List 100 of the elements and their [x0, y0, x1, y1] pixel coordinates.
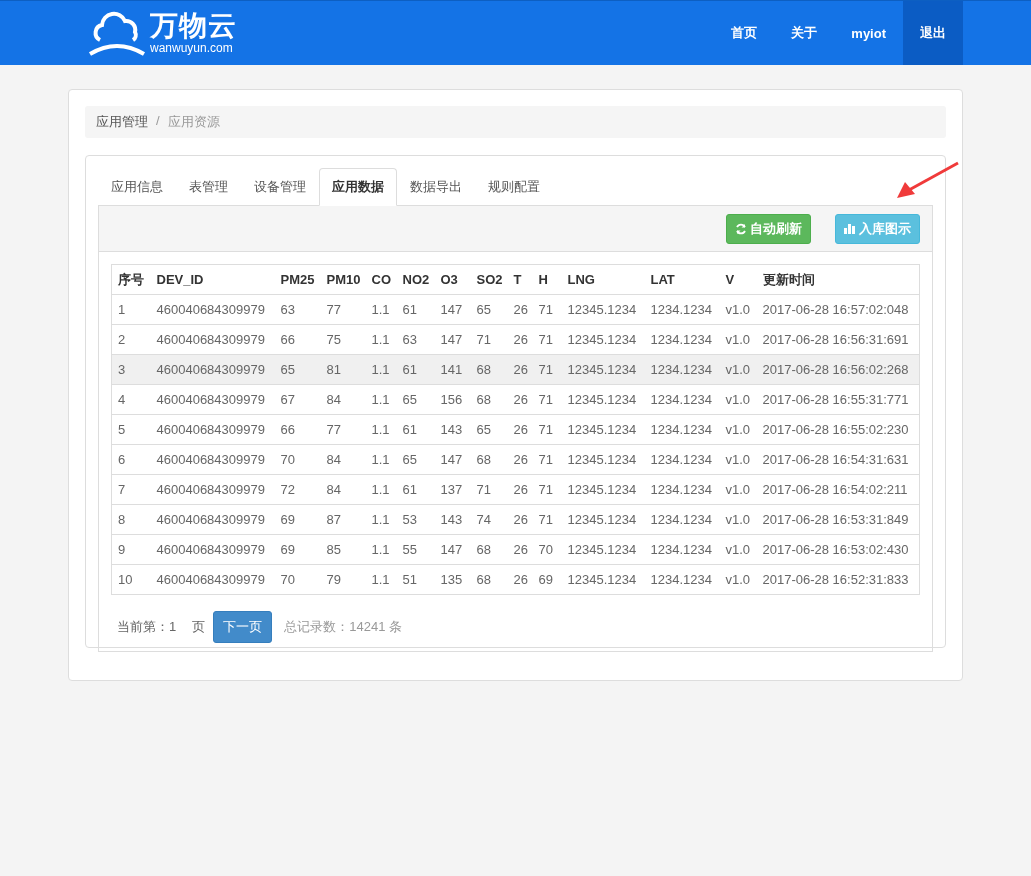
table-cell: 1.1: [365, 294, 397, 325]
bar-chart-icon: [844, 223, 856, 234]
table-cell: 70: [274, 564, 321, 595]
table-cell: 10: [111, 564, 151, 595]
table-cell: 68: [470, 534, 508, 565]
table-cell: 65: [470, 414, 508, 445]
table-cell: 1234.1234: [644, 384, 720, 415]
table-cell: 2017-06-28 16:54:31:631: [756, 444, 920, 475]
column-header: H: [532, 264, 562, 295]
table-cell: 71: [532, 414, 562, 445]
table-cell: 1.1: [365, 564, 397, 595]
table-cell: 2017-06-28 16:55:31:771: [756, 384, 920, 415]
table-cell: 460040684309979: [150, 534, 275, 565]
table-cell: 77: [320, 294, 366, 325]
nav-link[interactable]: 首页: [714, 1, 775, 65]
tab[interactable]: 设备管理: [241, 168, 319, 206]
table-cell: 69: [274, 534, 321, 565]
table-cell: v1.0: [719, 384, 757, 415]
tab[interactable]: 表管理: [176, 168, 241, 206]
table-cell: 69: [532, 564, 562, 595]
table-cell: 69: [274, 504, 321, 535]
column-header: LAT: [644, 264, 720, 295]
table-cell: 26: [507, 414, 533, 445]
table-cell: 71: [532, 474, 562, 505]
table-cell: 70: [532, 534, 562, 565]
table-cell: 2017-06-28 16:54:02:211: [756, 474, 920, 505]
table-cell: 61: [396, 474, 435, 505]
table-cell: 26: [507, 354, 533, 385]
table-cell: 3: [111, 354, 151, 385]
table-cell: 2017-06-28 16:57:02:048: [756, 294, 920, 325]
nav-link[interactable]: 退出: [903, 1, 963, 65]
table-cell: 74: [470, 504, 508, 535]
tab[interactable]: 应用数据: [319, 168, 397, 206]
breadcrumb-item[interactable]: 应用管理: [96, 113, 148, 131]
table-cell: 71: [532, 504, 562, 535]
table-cell: 141: [434, 354, 471, 385]
logo-subtitle: wanwuyun.com: [150, 42, 234, 54]
table-cell: 2017-06-28 16:55:02:230: [756, 414, 920, 445]
table-cell: v1.0: [719, 534, 757, 565]
table-cell: 1.1: [365, 504, 397, 535]
column-header: CO: [365, 264, 397, 295]
tab[interactable]: 应用信息: [98, 168, 176, 206]
table-cell: 12345.1234: [561, 354, 645, 385]
table-cell: 68: [470, 564, 508, 595]
table-cell: 72: [274, 474, 321, 505]
table-cell: 1234.1234: [644, 444, 720, 475]
column-header: LNG: [561, 264, 645, 295]
table-cell: 147: [434, 534, 471, 565]
breadcrumb-separator: /: [156, 113, 160, 130]
table-cell: 2017-06-28 16:53:31:849: [756, 504, 920, 535]
table-cell: 68: [470, 384, 508, 415]
table-cell: 460040684309979: [150, 444, 275, 475]
table-cell: 8: [111, 504, 151, 535]
table-cell: 6: [111, 444, 151, 475]
table-cell: 71: [532, 294, 562, 325]
table-cell: 1234.1234: [644, 414, 720, 445]
tab[interactable]: 规则配置: [475, 168, 553, 206]
column-header: PM25: [274, 264, 321, 295]
table-cell: 1.1: [365, 414, 397, 445]
tab[interactable]: 数据导出: [397, 168, 475, 206]
table-cell: 87: [320, 504, 366, 535]
table-cell: 143: [434, 504, 471, 535]
table-cell: 12345.1234: [561, 294, 645, 325]
table-cell: v1.0: [719, 564, 757, 595]
column-header: SO2: [470, 264, 508, 295]
table-cell: v1.0: [719, 444, 757, 475]
column-header: V: [719, 264, 757, 295]
table-cell: v1.0: [719, 294, 757, 325]
table-cell: 12345.1234: [561, 564, 645, 595]
nav-link[interactable]: myiot: [834, 1, 903, 65]
table-cell: 12345.1234: [561, 474, 645, 505]
table-cell: 137: [434, 474, 471, 505]
table-cell: 26: [507, 294, 533, 325]
table-cell: 65: [396, 444, 435, 475]
table-cell: 26: [507, 444, 533, 475]
table-cell: 12345.1234: [561, 504, 645, 535]
table-cell: 85: [320, 534, 366, 565]
table-cell: 53: [396, 504, 435, 535]
table-cell: 1.1: [365, 534, 397, 565]
table-cell: 156: [434, 384, 471, 415]
column-header: 序号: [111, 264, 151, 295]
table-cell: 65: [396, 384, 435, 415]
table-cell: 12345.1234: [561, 414, 645, 445]
table-cell: 26: [507, 504, 533, 535]
table-cell: 2017-06-28 16:53:02:430: [756, 534, 920, 565]
table-cell: 55: [396, 534, 435, 565]
table-cell: 67: [274, 384, 321, 415]
table-cell: 7: [111, 474, 151, 505]
next-page-button[interactable]: 下一页: [213, 611, 273, 643]
table-cell: 66: [274, 414, 321, 445]
table-cell: 143: [434, 414, 471, 445]
table-cell: 135: [434, 564, 471, 595]
table-cell: v1.0: [719, 504, 757, 535]
column-header: PM10: [320, 264, 366, 295]
table-cell: 460040684309979: [150, 474, 275, 505]
table-cell: 460040684309979: [150, 384, 275, 415]
table-cell: 9: [111, 534, 151, 565]
table-cell: 460040684309979: [150, 294, 275, 325]
nav-link[interactable]: 关于: [774, 1, 835, 65]
table-cell: 460040684309979: [150, 414, 275, 445]
